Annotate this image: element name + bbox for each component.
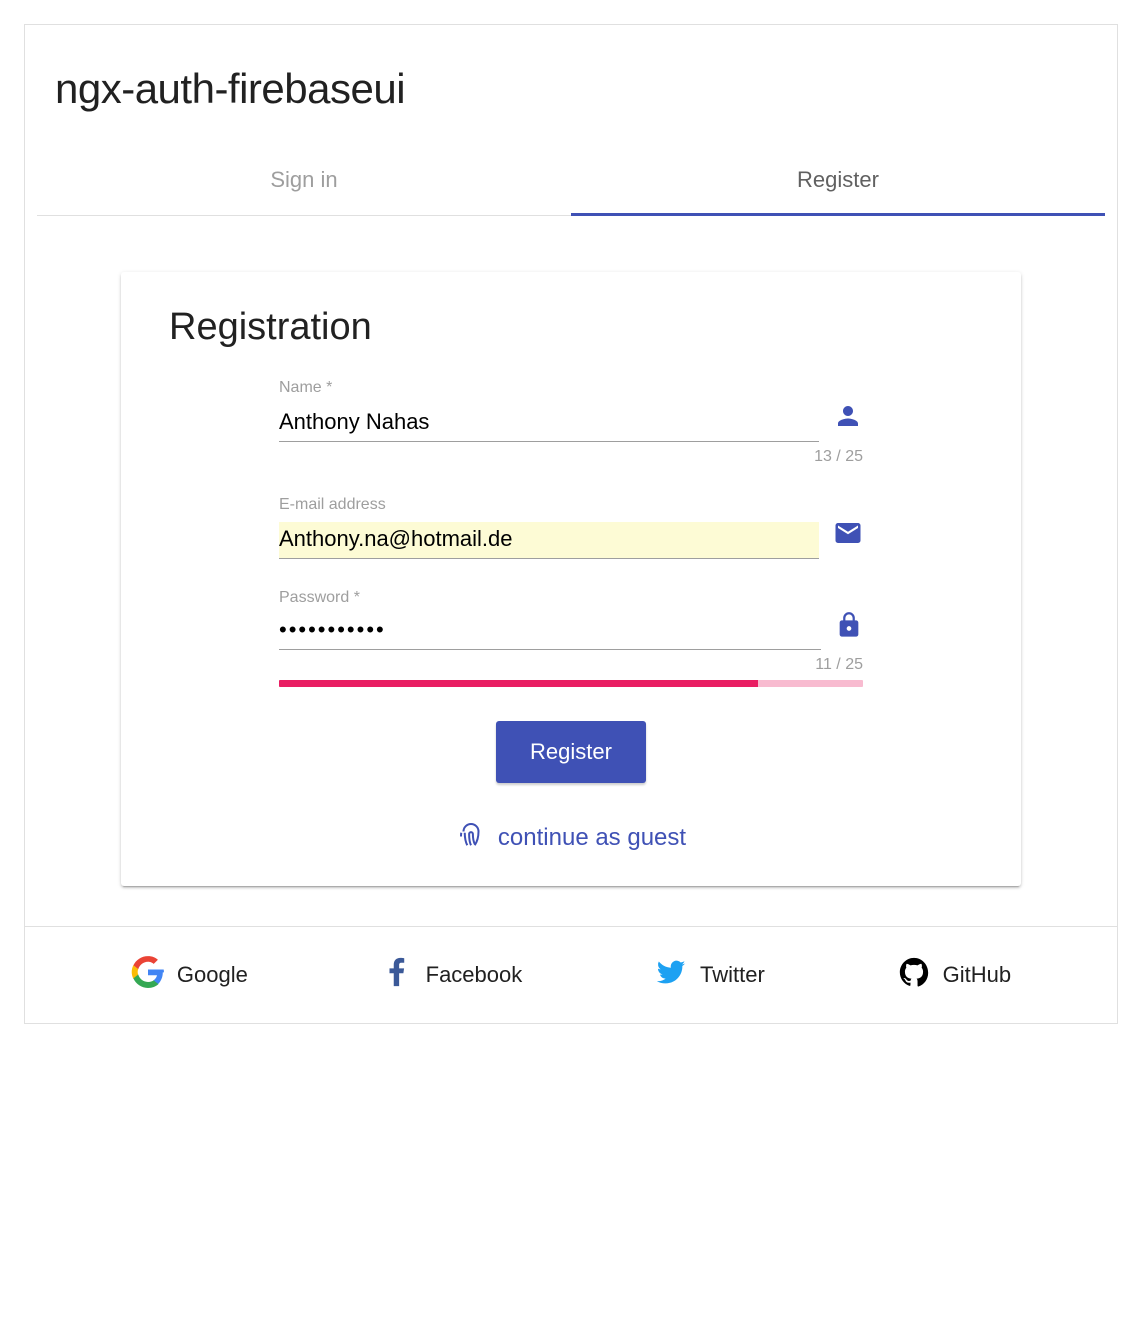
register-button[interactable]: Register xyxy=(496,721,646,783)
email-field-wrapper: E-mail address xyxy=(279,496,863,559)
email-input[interactable] xyxy=(279,522,819,559)
password-strength-bar xyxy=(279,680,863,687)
google-icon xyxy=(131,955,165,995)
password-input[interactable] xyxy=(279,613,821,650)
provider-github[interactable]: GitHub xyxy=(897,955,1011,995)
mail-icon xyxy=(833,518,863,553)
provider-google-label: Google xyxy=(177,962,248,988)
page-title: ngx-auth-firebaseui xyxy=(25,25,1117,141)
password-label: Password * xyxy=(279,589,863,607)
provider-facebook-label: Facebook xyxy=(426,962,523,988)
github-icon xyxy=(897,955,931,995)
provider-facebook[interactable]: Facebook xyxy=(380,955,523,995)
continue-as-guest-link[interactable]: continue as guest xyxy=(169,819,973,856)
form-heading: Registration xyxy=(169,306,973,349)
name-counter: 13 / 25 xyxy=(279,448,863,466)
guest-label: continue as guest xyxy=(498,824,686,852)
password-field-wrapper: Password * 11 / 25 xyxy=(279,589,863,687)
facebook-icon xyxy=(380,955,414,995)
social-providers: Google Facebook Twitter GitHub xyxy=(25,926,1117,1023)
password-strength-fill xyxy=(279,680,758,687)
provider-google[interactable]: Google xyxy=(131,955,248,995)
auth-card: ngx-auth-firebaseui Sign in Register Reg… xyxy=(24,24,1118,1024)
tab-register[interactable]: Register xyxy=(571,141,1105,215)
name-input[interactable] xyxy=(279,405,819,442)
provider-twitter[interactable]: Twitter xyxy=(654,955,765,995)
auth-tabs: Sign in Register xyxy=(37,141,1105,216)
registration-form-card: Registration Name * 13 / 25 E-mail addre… xyxy=(121,272,1021,886)
person-icon xyxy=(833,401,863,436)
provider-github-label: GitHub xyxy=(943,962,1011,988)
fingerprint-icon xyxy=(456,819,486,856)
password-counter: 11 / 25 xyxy=(279,656,863,674)
name-field-wrapper: Name * 13 / 25 xyxy=(279,379,863,466)
twitter-icon xyxy=(654,955,688,995)
lock-icon xyxy=(835,611,863,644)
provider-twitter-label: Twitter xyxy=(700,962,765,988)
tab-signin[interactable]: Sign in xyxy=(37,141,571,215)
email-label: E-mail address xyxy=(279,496,863,514)
name-label: Name * xyxy=(279,379,863,397)
